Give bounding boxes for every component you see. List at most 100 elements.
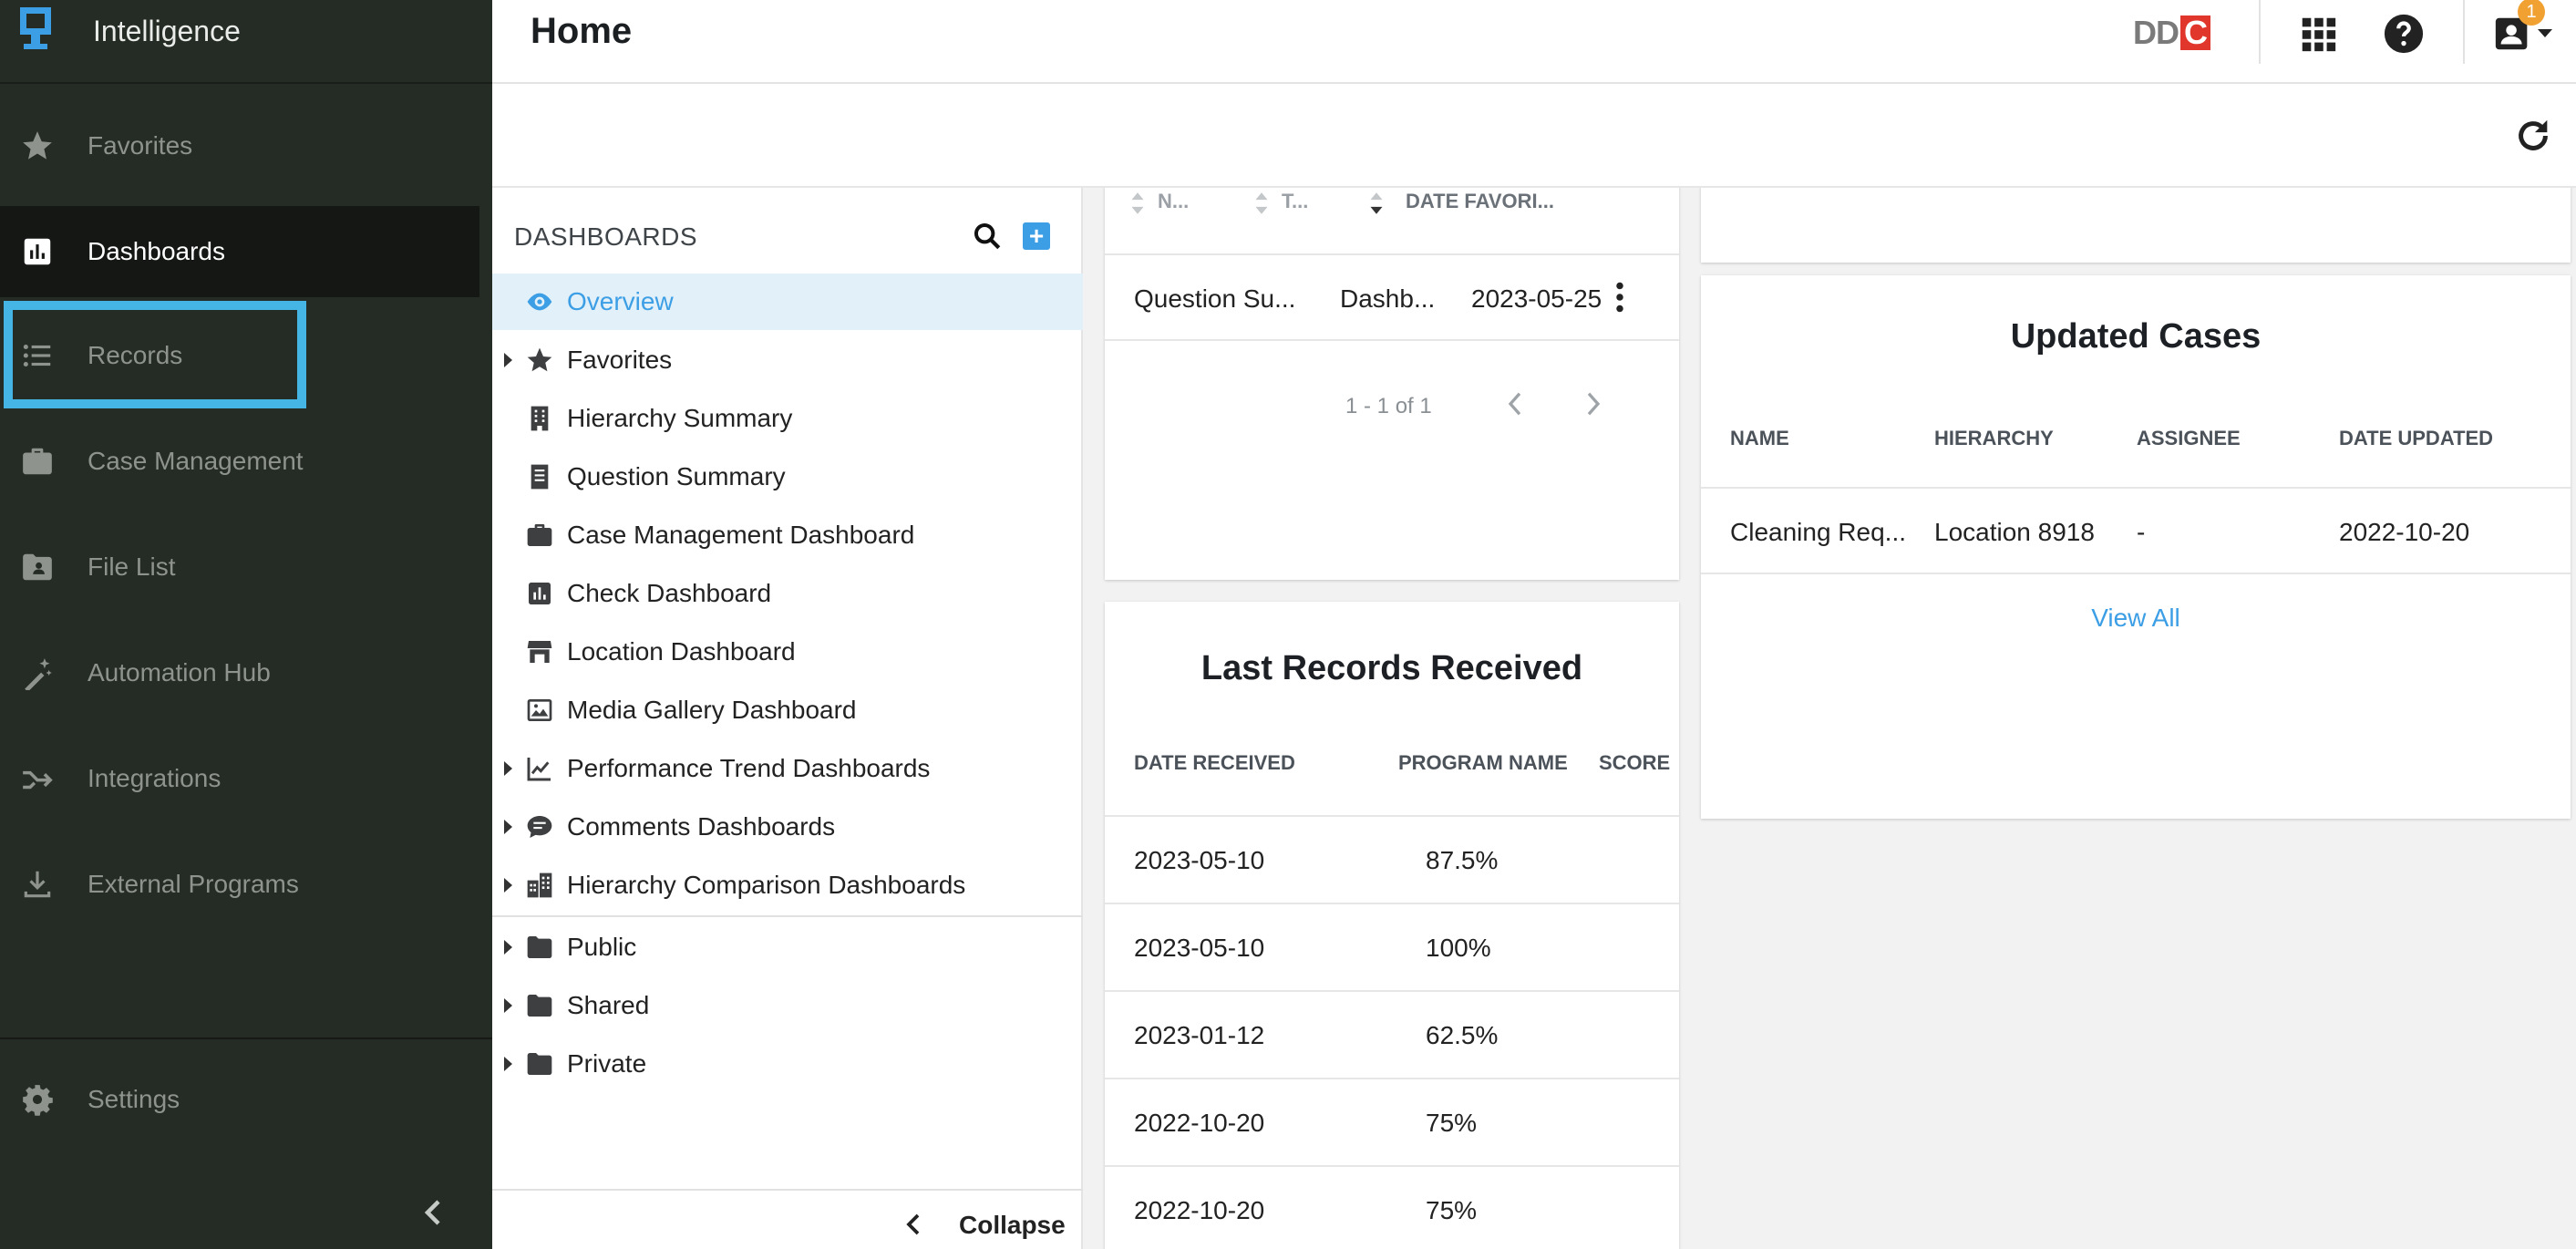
column-header-date-favorited[interactable]: DATE FAVORI... — [1406, 190, 1554, 213]
cell-name[interactable]: Question Su... — [1134, 284, 1295, 314]
nav-item-external-programs[interactable]: External Programs — [0, 839, 479, 930]
last-records-received-card: Last Records Received DATE RECEIVED PROG… — [1105, 602, 1679, 1249]
gear-icon — [23, 1085, 53, 1116]
collapse-panel-button[interactable]: Collapse — [959, 1211, 1066, 1240]
app-logo-icon — [20, 7, 51, 49]
tree-item-label: Question Summary — [567, 462, 786, 490]
tree-item-question-summary[interactable]: Question Summary — [492, 449, 1083, 505]
folder-private[interactable]: Private — [492, 1036, 1083, 1092]
tree-item-favorites[interactable]: Favorites — [492, 332, 1083, 388]
nav-item-records[interactable]: Records — [0, 310, 479, 401]
column-header-program-name[interactable]: PROGRAM NAME — [1398, 751, 1568, 775]
nav-divider — [0, 1037, 492, 1039]
column-header-score[interactable]: SCORE — [1599, 751, 1670, 775]
column-header-name[interactable]: N... — [1158, 190, 1189, 213]
sort-icon[interactable] — [1130, 191, 1145, 215]
nav-item-integrations[interactable]: Integrations — [0, 733, 479, 824]
cell-name[interactable]: Cleaning Req... — [1730, 518, 1906, 547]
sort-icon[interactable] — [1254, 191, 1269, 215]
cell-date-received: 2023-05-10 — [1134, 934, 1265, 962]
tree-item-check-dashboard[interactable]: Check Dashboard — [492, 565, 1083, 622]
sort-desc-icon[interactable] — [1369, 191, 1384, 215]
add-dashboard-button[interactable]: + — [1023, 222, 1050, 250]
logo-text-accent: C — [2180, 15, 2210, 50]
expand-caret-icon[interactable] — [501, 876, 514, 894]
tree-item-comments-dashboards[interactable]: Comments Dashboards — [492, 799, 1083, 855]
column-header-type[interactable]: T... — [1282, 190, 1308, 213]
chevron-left-icon[interactable] — [904, 1211, 922, 1238]
expand-caret-icon[interactable] — [501, 996, 514, 1015]
magic-wand-icon — [25, 658, 52, 690]
refresh-icon[interactable] — [2512, 115, 2554, 157]
nav-item-dashboards[interactable]: Dashboards — [0, 206, 479, 297]
folder-label: Public — [567, 933, 637, 961]
list-icon — [23, 344, 51, 367]
cell-date-received: 2023-05-10 — [1134, 846, 1265, 874]
image-icon — [527, 699, 552, 721]
nav-item-automation-hub[interactable]: Automation Hub — [0, 627, 479, 718]
expand-caret-icon[interactable] — [501, 759, 514, 778]
nav-item-case-management[interactable]: Case Management — [0, 416, 479, 507]
tree-item-location-dashboard[interactable]: Location Dashboard — [492, 624, 1083, 680]
folder-shared[interactable]: Shared — [492, 977, 1083, 1034]
main-sidebar: Intelligence Favorites Dashboards Record… — [0, 0, 492, 1249]
sidebar-collapse-chevron-icon[interactable] — [419, 1196, 447, 1229]
table-row[interactable]: 2023-01-12 62.5% — [1105, 990, 1679, 1078]
cell-score: 75% — [1426, 1109, 1478, 1137]
column-header-hierarchy[interactable]: HIERARCHY — [1934, 427, 2054, 450]
table-row[interactable]: 2023-05-10 100% — [1105, 903, 1679, 990]
table-row[interactable]: 2023-05-10 87.5% — [1105, 815, 1679, 903]
expand-caret-icon[interactable] — [501, 818, 514, 836]
cell-score: 75% — [1426, 1196, 1478, 1224]
tree-item-hierarchy-comparison-dashboards[interactable]: Hierarchy Comparison Dashboards — [492, 857, 1083, 914]
tree-item-label: Favorites — [567, 346, 673, 374]
tree-item-label: Comments Dashboards — [567, 812, 836, 841]
download-icon — [24, 871, 51, 898]
nav-item-label: Integrations — [88, 764, 222, 792]
search-icon[interactable] — [972, 221, 1003, 252]
nav-item-label: External Programs — [88, 870, 299, 898]
nav-item-settings[interactable]: Settings — [0, 1054, 479, 1145]
tree-item-performance-trend-dashboards[interactable]: Performance Trend Dashboards — [492, 740, 1083, 797]
table-row[interactable]: Question Su... Dashb... 2023-05-25 — [1105, 253, 1679, 341]
column-header-date-updated[interactable]: DATE UPDATED — [2339, 427, 2493, 450]
page-toolbar — [492, 84, 2576, 188]
chevron-down-icon[interactable] — [2534, 22, 2556, 44]
view-all-link[interactable]: View All — [1701, 604, 2571, 633]
expand-caret-icon[interactable] — [501, 351, 514, 369]
nav-item-favorites[interactable]: Favorites — [0, 100, 479, 191]
previous-page-icon[interactable] — [1506, 390, 1524, 418]
folder-icon — [527, 1053, 552, 1075]
scrolled-card — [1701, 188, 2571, 263]
tree-item-media-gallery-dashboard[interactable]: Media Gallery Dashboard — [492, 682, 1083, 738]
table-row[interactable]: Cleaning Req... Location 8918 - 2022-10-… — [1701, 487, 2571, 574]
table-row[interactable]: 2022-10-20 75% — [1105, 1165, 1679, 1249]
cell-score: 100% — [1426, 934, 1491, 962]
help-icon[interactable] — [2383, 13, 2425, 55]
more-options-icon[interactable] — [1615, 281, 1624, 314]
tree-item-label: Hierarchy Summary — [567, 404, 793, 432]
apps-grid-icon[interactable] — [2297, 13, 2339, 55]
nav-item-file-list[interactable]: File List — [0, 521, 479, 613]
expand-caret-icon[interactable] — [501, 1055, 514, 1073]
card-title: Updated Cases — [2010, 317, 2262, 356]
tree-item-hierarchy-summary[interactable]: Hierarchy Summary — [492, 390, 1083, 447]
column-header-date-received[interactable]: DATE RECEIVED — [1134, 751, 1295, 775]
briefcase-icon — [23, 448, 52, 475]
favorites-card: N... T... DATE FAVORI... Question Su... … — [1105, 188, 1679, 580]
folder-public[interactable]: Public — [492, 919, 1083, 975]
tree-item-label: Location Dashboard — [567, 637, 796, 666]
column-header-name[interactable]: NAME — [1730, 427, 1789, 450]
next-page-icon[interactable] — [1584, 390, 1602, 418]
bar-chart-icon — [529, 583, 551, 604]
expand-caret-icon[interactable] — [501, 938, 514, 956]
table-row[interactable]: 2022-10-20 75% — [1105, 1078, 1679, 1165]
tree-item-overview[interactable]: Overview — [492, 274, 1083, 330]
tree-item-label: Overview — [567, 287, 674, 315]
top-header: Home DD C 1 — [492, 0, 2576, 84]
column-header-assignee[interactable]: ASSIGNEE — [2137, 427, 2241, 450]
store-icon — [527, 641, 552, 663]
cell-date-received: 2023-01-12 — [1134, 1021, 1265, 1049]
tree-item-case-management-dashboard[interactable]: Case Management Dashboard — [492, 507, 1083, 563]
brand-name: Intelligence — [93, 15, 241, 47]
